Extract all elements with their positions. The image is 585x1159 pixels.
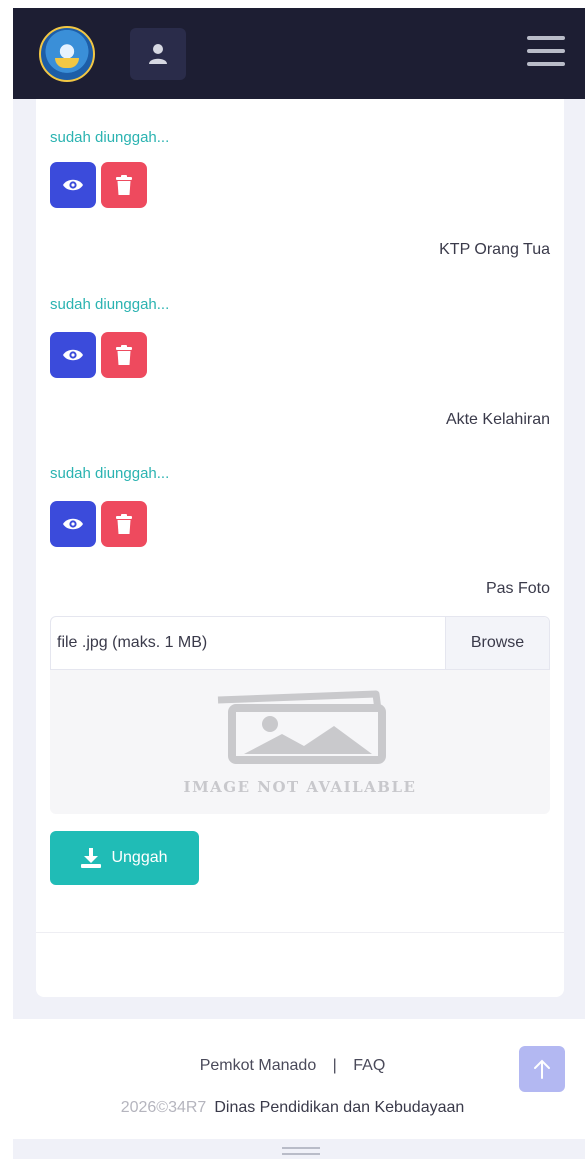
trash-icon [116,345,132,365]
upload-status-text: sudah diunggah... [50,296,170,313]
view-document-button[interactable] [50,332,96,378]
trash-icon [116,514,132,534]
upload-status-text: sudah diunggah... [50,129,170,146]
delete-document-button[interactable] [101,162,147,208]
copyright-text: Dinas Pendidikan dan Kebudayaan [214,1099,465,1116]
footer-link-faq[interactable]: FAQ [353,1057,385,1074]
document-label-pas-foto: Pas Foto [485,580,550,597]
footer-copyright: 2026©34R7 Dinas Pendidikan dan Kebudayaan [0,1099,585,1117]
view-document-button[interactable] [50,162,96,208]
eye-icon [63,179,83,191]
arrow-up-icon [534,1059,550,1079]
upload-button[interactable]: Unggah [50,831,199,885]
photo-preview: IMAGE NOT AVAILABLE [50,670,550,814]
image-not-available-text: IMAGE NOT AVAILABLE [183,778,417,796]
eye-icon [63,518,83,530]
user-icon [149,44,167,64]
handle-icon[interactable] [282,1147,320,1159]
file-input[interactable]: file .jpg (maks. 1 MB) Browse [50,616,550,670]
browse-button[interactable]: Browse [445,617,549,669]
bottom-bar [13,1139,585,1159]
image-placeholder-icon [217,690,386,764]
footer-link-pemkot[interactable]: Pemkot Manado [200,1057,317,1074]
file-input-placeholder[interactable]: file .jpg (maks. 1 MB) [51,634,445,652]
top-navbar [13,8,585,99]
delete-document-button[interactable] [101,501,147,547]
delete-document-button[interactable] [101,332,147,378]
card-divider [36,932,564,933]
document-label-akte: Akte Kelahiran [445,411,550,428]
upload-status-text: sudah diunggah... [50,465,170,482]
footer-separator: | [332,1057,337,1074]
download-icon [81,848,102,868]
user-menu-button[interactable] [130,28,186,80]
eye-icon [63,349,83,361]
footer-links: Pemkot Manado | FAQ [0,1057,585,1075]
trash-icon [116,175,132,195]
document-label-ktp: KTP Orang Tua [439,241,550,258]
upload-button-label: Unggah [111,849,168,866]
scroll-to-top-button[interactable] [519,1046,565,1092]
view-document-button[interactable] [50,501,96,547]
hamburger-menu-icon[interactable] [527,36,565,70]
copyright-year: 2026©34R7 [120,1099,207,1116]
tut-wuri-handayani-logo-icon[interactable] [39,26,95,82]
